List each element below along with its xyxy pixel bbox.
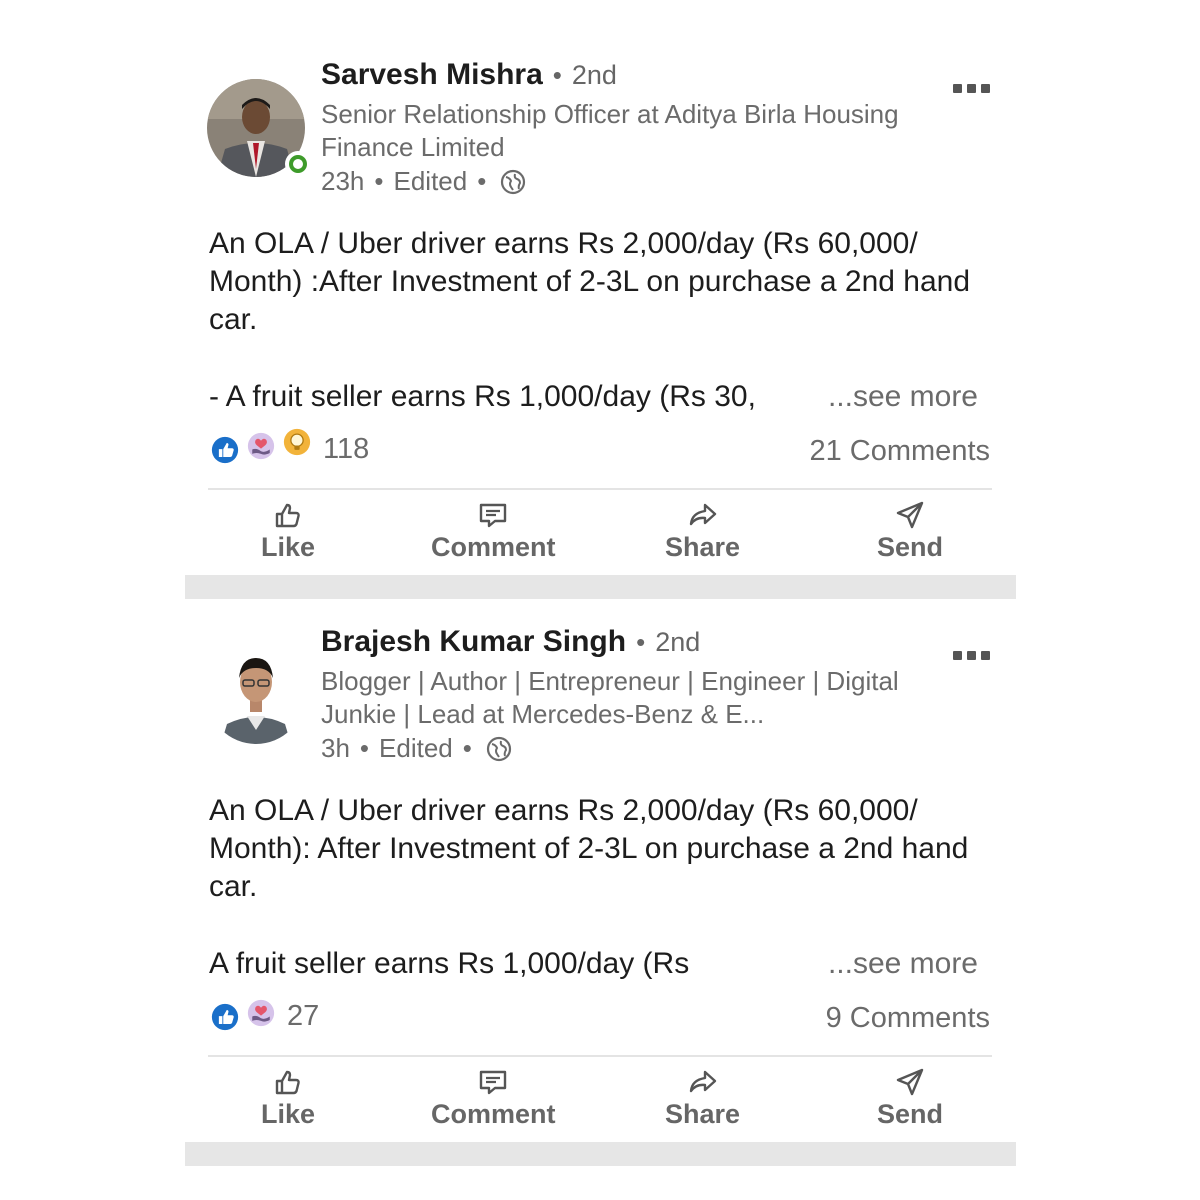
separator-dot: • (552, 60, 562, 90)
comments-count[interactable]: 21 Comments (809, 435, 990, 468)
globe-icon (486, 736, 511, 761)
more-dot (967, 651, 976, 660)
share-arrow-icon (689, 1070, 716, 1093)
post-meta: 23h • Edited • (321, 166, 526, 197)
online-status-icon (285, 151, 311, 177)
more-dot (953, 84, 962, 93)
reaction-count: 118 (323, 432, 370, 465)
see-more-link[interactable]: ...see more (819, 947, 978, 981)
separator-dot: • (359, 733, 370, 763)
author-name[interactable]: Sarvesh Mishra (321, 58, 543, 92)
reactions-summary[interactable]: 27 (209, 997, 320, 1033)
support-icon (245, 997, 277, 1029)
comment-label: Comment (431, 1099, 556, 1129)
see-more-link[interactable]: ...see more (819, 380, 978, 414)
more-dot (981, 84, 990, 93)
send-icon (896, 501, 924, 529)
share-label: Share (665, 1099, 741, 1129)
avatar[interactable] (207, 646, 305, 744)
share-arrow-icon (689, 503, 716, 526)
post-time: 23h (321, 166, 365, 196)
post-time: 3h (321, 733, 350, 763)
profile-photo (207, 646, 305, 744)
like-label: Like (261, 1099, 316, 1129)
send-icon (896, 1068, 924, 1096)
like-icon (209, 1001, 241, 1033)
thumbs-up-icon (275, 503, 300, 528)
thumbs-up-icon (275, 1070, 300, 1095)
post-body: An OLA / Uber driver earns Rs 2,000/day … (209, 794, 969, 903)
reaction-icons (209, 997, 281, 1033)
author-line: Sarvesh Mishra • 2nd (321, 58, 617, 92)
send-button[interactable]: Send (877, 500, 943, 563)
post-actions: Like Comment Share Send (185, 1067, 1016, 1147)
comment-button[interactable]: Comment (431, 500, 556, 563)
send-button[interactable]: Send (877, 1067, 943, 1130)
more-dot (967, 84, 976, 93)
share-label: Share (665, 532, 741, 562)
comment-icon (480, 1070, 507, 1095)
divider (208, 488, 992, 490)
separator-dot: • (374, 166, 384, 196)
share-button[interactable]: Share (665, 500, 740, 563)
author-headline: Senior Relationship Officer at Aditya Bi… (321, 99, 899, 162)
send-label: Send (877, 1099, 944, 1129)
reaction-count: 27 (287, 999, 320, 1032)
separator-dot: • (477, 166, 487, 196)
author-line: Brajesh Kumar Singh • 2nd (321, 625, 700, 659)
comments-count[interactable]: 9 Comments (826, 1002, 990, 1035)
post-meta: 3h • Edited • (321, 733, 512, 764)
more-options-button[interactable] (953, 84, 990, 93)
send-label: Send (877, 532, 944, 562)
post-separator (185, 1142, 1016, 1166)
separator-dot: • (636, 627, 646, 657)
reactions-summary[interactable]: 118 (209, 426, 370, 466)
like-button[interactable]: Like (261, 1067, 315, 1130)
edited-label: Edited (393, 166, 468, 196)
divider (208, 1055, 992, 1057)
post-separator (185, 575, 1016, 599)
connection-degree: 2nd (571, 60, 617, 90)
support-icon (245, 430, 277, 462)
connection-degree: 2nd (655, 627, 701, 657)
comment-icon (480, 503, 507, 528)
more-dot (981, 651, 990, 660)
more-options-button[interactable] (953, 651, 990, 660)
more-dot (953, 651, 962, 660)
like-label: Like (261, 532, 316, 562)
author-name[interactable]: Brajesh Kumar Singh (321, 625, 626, 659)
like-button[interactable]: Like (261, 500, 315, 563)
share-button[interactable]: Share (665, 1067, 740, 1130)
like-icon (209, 434, 241, 466)
comment-button[interactable]: Comment (431, 1067, 556, 1130)
insightful-icon (281, 426, 313, 458)
avatar[interactable] (207, 79, 311, 177)
post-actions: Like Comment Share Send (185, 500, 1016, 580)
globe-icon (501, 169, 526, 194)
author-headline: Blogger | Author | Entrepreneur | Engine… (321, 666, 899, 729)
post-body: An OLA / Uber driver earns Rs 2,000/day … (209, 227, 971, 336)
separator-dot: • (462, 733, 472, 763)
reaction-icons (209, 426, 317, 466)
comment-label: Comment (431, 532, 556, 562)
edited-label: Edited (379, 733, 453, 763)
